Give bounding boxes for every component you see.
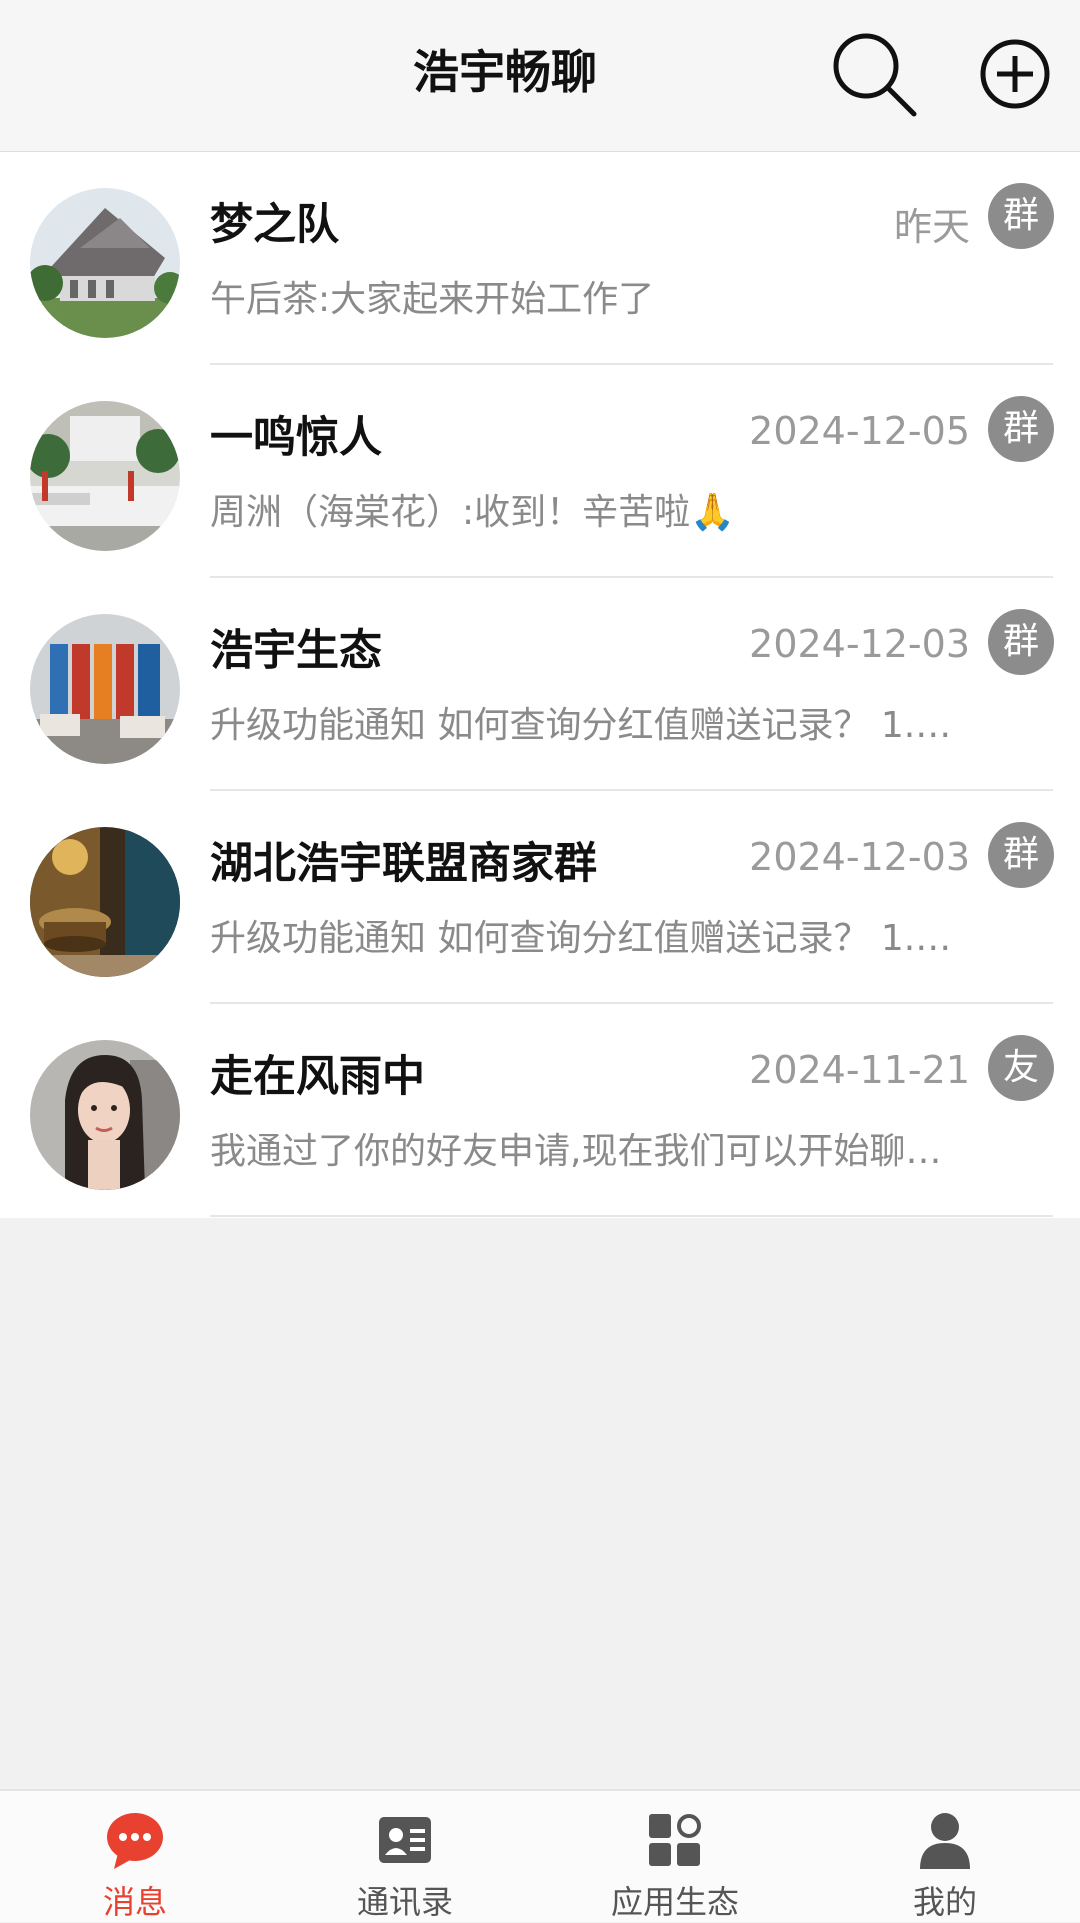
bronze-vessel-photo	[30, 827, 180, 977]
message-preview: 升级功能通知 如何查询分红值赠送记录？ 1.…	[210, 705, 952, 746]
tab-label: 应用生态	[610, 1883, 739, 1921]
add-button[interactable]	[972, 28, 1064, 120]
conversation-time: 昨天	[893, 205, 970, 249]
message-preview: 我通过了你的好友申请,现在我们可以开始聊…	[210, 1131, 942, 1172]
top-bar: 浩宇畅聊	[0, 0, 1080, 153]
search-button[interactable]	[828, 28, 920, 120]
conversation-item[interactable]: 梦之队 昨天 群 午后茶:大家起来开始工作了	[0, 152, 1080, 365]
office-lobby-photo	[30, 401, 180, 551]
tab-contacts[interactable]: 通讯录	[270, 1791, 540, 1922]
conversation-time: 2024-12-03	[749, 835, 970, 879]
group-badge: 群	[988, 396, 1054, 462]
avatar	[30, 1040, 180, 1190]
friend-badge: 友	[988, 1035, 1054, 1101]
tab-label: 消息	[102, 1883, 167, 1921]
conversation-item[interactable]: 湖北浩宇联盟商家群 2024-12-03 群 升级功能通知 如何查询分红值赠送记…	[0, 791, 1080, 1004]
tab-profile[interactable]: 我的	[810, 1791, 1080, 1922]
conversation-time: 2024-12-05	[749, 409, 970, 453]
tab-label: 通讯录	[356, 1883, 453, 1921]
group-badge: 群	[988, 822, 1054, 888]
search-icon	[833, 33, 917, 117]
group-badge: 群	[988, 609, 1054, 675]
conversation-item[interactable]: 走在风雨中 2024-11-21 友 我通过了你的好友申请,现在我们可以开始聊…	[0, 1004, 1080, 1217]
conversation-item[interactable]: 浩宇生态 2024-12-03 群 升级功能通知 如何查询分红值赠送记录？ 1.…	[0, 578, 1080, 791]
conversation-time: 2024-12-03	[749, 622, 970, 666]
woman-portrait-photo	[30, 1040, 180, 1190]
conversation-item[interactable]: 一鸣惊人 2024-12-05 群 周洲（海棠花）:收到！辛苦啦🙏	[0, 365, 1080, 578]
message-preview: 周洲（海棠花）:收到！辛苦啦🙏	[210, 492, 735, 533]
message-preview: 午后茶:大家起来开始工作了	[210, 279, 655, 320]
message-preview: 升级功能通知 如何查询分红值赠送记录？ 1.…	[210, 918, 952, 959]
person-icon	[920, 1813, 970, 1869]
chat-bubble-icon	[107, 1813, 163, 1869]
conversation-time: 2024-11-21	[749, 1048, 970, 1092]
contact-card-icon	[379, 1817, 431, 1863]
bottom-tab-bar: 消息 通讯录 应用生态 我的	[0, 1789, 1080, 1922]
conversation-name: 一鸣惊人	[210, 413, 382, 463]
conversation-list: 梦之队 昨天 群 午后茶:大家起来开始工作了 一鸣惊人 2024-12-05 群…	[0, 152, 1080, 1218]
avatar	[30, 614, 180, 764]
avatar	[30, 188, 180, 338]
avatar	[30, 401, 180, 551]
divider	[210, 1215, 1053, 1217]
conversation-name: 浩宇生态	[210, 626, 382, 676]
tab-apps[interactable]: 应用生态	[540, 1791, 810, 1922]
display-boards-photo	[30, 614, 180, 764]
conversation-name: 湖北浩宇联盟商家群	[210, 839, 597, 889]
tab-messages[interactable]: 消息	[0, 1791, 270, 1922]
conversation-name: 走在风雨中	[210, 1052, 425, 1102]
conversation-name: 梦之队	[210, 200, 339, 250]
apps-grid-icon	[649, 1814, 701, 1866]
tab-label: 我的	[912, 1883, 977, 1921]
group-badge: 群	[988, 183, 1054, 249]
plus-circle-icon	[980, 39, 1050, 109]
building-photo	[30, 188, 180, 338]
avatar	[30, 827, 180, 977]
